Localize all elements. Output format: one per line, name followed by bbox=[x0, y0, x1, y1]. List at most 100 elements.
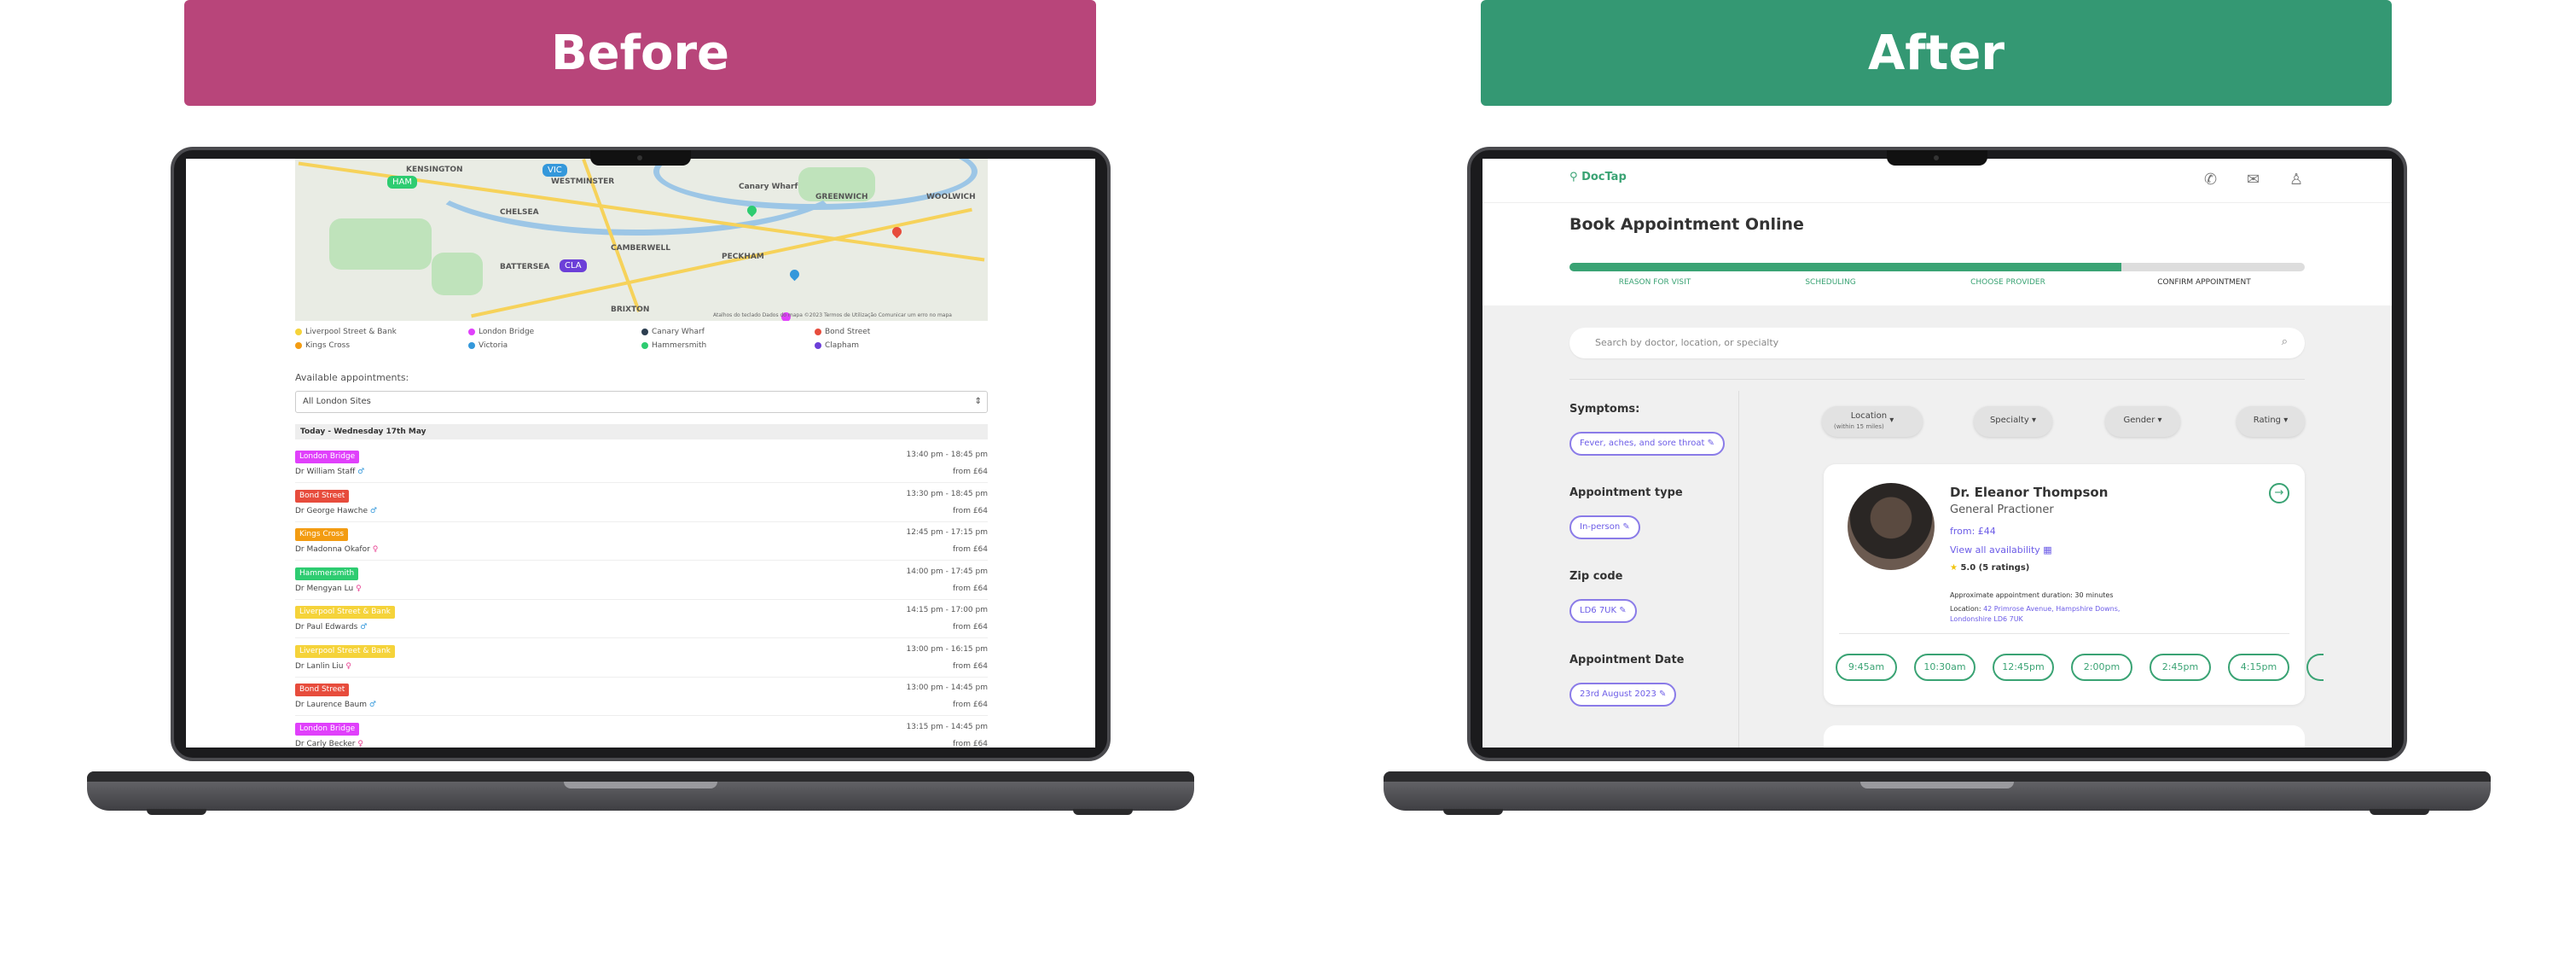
appointment-type-chip[interactable]: In-person ✎ bbox=[1569, 515, 1640, 539]
appointment-row[interactable]: London Bridge Dr William Staff ♂ 13:40 p… bbox=[295, 445, 988, 483]
price: from £64 bbox=[953, 623, 988, 631]
doctor-price: from: £44 bbox=[1950, 526, 1996, 537]
site-badge: Liverpool Street & Bank bbox=[295, 644, 395, 658]
legend-label: Canary Wharf bbox=[652, 328, 705, 336]
doctor-line: Dr Carly Becker ♀ bbox=[295, 740, 363, 748]
phone-icon[interactable]: ✆ bbox=[2204, 171, 2217, 189]
time-slot-button[interactable]: 2:45pm bbox=[2150, 654, 2211, 681]
logo-text: DocTap bbox=[1581, 171, 1627, 183]
symptoms-chip[interactable]: Fever, aches, and sore throat ✎ bbox=[1569, 432, 1726, 456]
doctor-specialty: General Practioner bbox=[1950, 503, 2054, 516]
filter-label: Location bbox=[1850, 411, 1888, 421]
site-badge: London Bridge bbox=[295, 722, 360, 736]
before-banner: Before bbox=[184, 0, 1096, 106]
appointment-row[interactable]: Bond Street Dr Laurence Baum ♂ 13:00 pm … bbox=[295, 678, 988, 716]
map-label: WESTMINSTER bbox=[551, 177, 615, 186]
map-legend: Liverpool Street & Bank London Bridge Ca… bbox=[295, 328, 988, 350]
time-slot-button[interactable]: 2:00pm bbox=[2071, 654, 2132, 681]
after-laptop-base bbox=[1384, 771, 2491, 811]
card-divider bbox=[1839, 633, 2289, 634]
map-label: WOOLWICH bbox=[926, 193, 976, 201]
map-label: CAMBERWELL bbox=[611, 244, 671, 253]
filter-specialty[interactable]: Specialty ▾ bbox=[1974, 406, 2052, 437]
user-icon[interactable]: ♙ bbox=[2289, 171, 2303, 189]
appointment-row[interactable]: Liverpool Street & Bank Dr Paul Edwards … bbox=[295, 601, 988, 638]
mail-icon[interactable]: ✉ bbox=[2247, 171, 2260, 189]
legend-label: Victoria bbox=[479, 341, 508, 350]
search-icon[interactable]: ⌕ bbox=[2282, 335, 2288, 348]
progress-fill bbox=[1569, 263, 2121, 271]
doctor-line: Dr Lanlin Liu ♀ bbox=[295, 662, 351, 671]
map-marker-vic[interactable]: VIC bbox=[542, 164, 567, 177]
filter-label: Rating bbox=[2253, 416, 2282, 425]
filter-rating[interactable]: Rating ▾ bbox=[2237, 406, 2305, 437]
doctor-name: Dr Lanlin Liu bbox=[295, 661, 344, 671]
time-slot-button[interactable]: 4:15pm bbox=[2228, 654, 2289, 681]
time-slot-button[interactable]: 10:30am bbox=[1914, 654, 1976, 681]
search-input[interactable]: Search by doctor, location, or specialty… bbox=[1569, 328, 2305, 358]
edit-icon[interactable]: ✎ bbox=[1708, 439, 1714, 448]
date-chip[interactable]: 23rd August 2023 ✎ bbox=[1569, 683, 1677, 707]
before-laptop-base bbox=[87, 771, 1194, 811]
appointment-row[interactable]: Kings Cross Dr Madonna Okafor ♀ 12:45 pm… bbox=[295, 523, 988, 561]
doctap-logo[interactable]: ⚲ DocTap bbox=[1569, 171, 1627, 183]
appointment-row[interactable]: Hammersmith Dr Mengyan Lu ♀ 14:00 pm - 1… bbox=[295, 562, 988, 600]
doctor-card[interactable]: Dr. Eleanor Thompson General Practioner … bbox=[1824, 464, 2324, 705]
price: from £64 bbox=[953, 545, 988, 554]
star-icon: ★ bbox=[1950, 563, 1958, 573]
gender-icon: ♀ bbox=[372, 545, 379, 554]
doctor-line: Dr Mengyan Lu ♀ bbox=[295, 585, 362, 593]
appointment-row[interactable]: Liverpool Street & Bank Dr Lanlin Liu ♀ … bbox=[295, 640, 988, 678]
appointment-row[interactable]: Bond Street Dr George Hawche ♂ 13:30 pm … bbox=[295, 485, 988, 522]
gender-icon: ♂ bbox=[360, 623, 368, 631]
search-placeholder: Search by doctor, location, or specialty bbox=[1595, 337, 1779, 348]
doctor-name: Dr Carly Becker bbox=[295, 739, 356, 748]
site-badge: London Bridge bbox=[295, 451, 360, 463]
legend-label: London Bridge bbox=[479, 328, 535, 336]
price: from £64 bbox=[953, 584, 988, 593]
edit-icon[interactable]: ✎ bbox=[1659, 689, 1666, 699]
edit-icon[interactable]: ✎ bbox=[1622, 522, 1629, 532]
site-select[interactable]: All London Sites bbox=[295, 391, 988, 413]
map-label: BRIXTON bbox=[611, 305, 650, 314]
time-range: 13:00 pm - 14:45 pm bbox=[906, 684, 988, 692]
camera-notch bbox=[590, 150, 691, 166]
next-doctor-card[interactable] bbox=[1824, 725, 2305, 748]
legend-item: Victoria bbox=[468, 341, 641, 350]
gender-icon: ♂ bbox=[368, 701, 376, 709]
filter-label: Gender bbox=[2123, 416, 2155, 425]
before-screen: KENSINGTON WESTMINSTER CHELSEA BATTERSEA… bbox=[186, 159, 1095, 748]
arrow-right-icon[interactable]: → bbox=[2269, 483, 2289, 503]
time-slot-button[interactable]: 12:45pm bbox=[1993, 654, 2054, 681]
site-badge: Bond Street bbox=[295, 489, 350, 503]
filter-location[interactable]: Location (within 15 miles) ▾ bbox=[1822, 406, 1923, 437]
duration-value: 30 minutes bbox=[2074, 591, 2114, 599]
zip-chip[interactable]: LD6 7UK ✎ bbox=[1569, 599, 1637, 623]
legend-item: Canary Wharf bbox=[641, 328, 815, 336]
map-label: KENSINGTON bbox=[406, 166, 463, 174]
time-range: 14:00 pm - 17:45 pm bbox=[906, 567, 988, 576]
map-marker-cla[interactable]: CLA bbox=[560, 259, 587, 272]
view-availability-label: View all availability bbox=[1950, 544, 2040, 556]
edit-icon[interactable]: ✎ bbox=[1619, 606, 1626, 615]
doctor-avatar bbox=[1848, 483, 1935, 570]
time-slot-button[interactable]: 9:45am bbox=[1836, 654, 1897, 681]
appointment-row[interactable]: London Bridge Dr Carly Becker ♀ 13:15 pm… bbox=[295, 718, 988, 748]
map-pin-icon[interactable] bbox=[787, 267, 802, 282]
doctor-info: Approximate appointment duration: 30 min… bbox=[1950, 591, 2146, 625]
after-banner-label: After bbox=[1867, 25, 2005, 81]
map-marker-ham[interactable]: HAM bbox=[387, 176, 417, 189]
doctor-name: Dr Laurence Baum bbox=[295, 701, 367, 709]
legend-dot-icon bbox=[815, 341, 821, 349]
legend-item: London Bridge bbox=[468, 328, 641, 336]
legend-label: Kings Cross bbox=[305, 341, 351, 350]
time-range: 13:15 pm - 14:45 pm bbox=[906, 722, 988, 731]
appointment-type-label: Appointment type bbox=[1569, 486, 1683, 499]
zip-label: Zip code bbox=[1569, 570, 1623, 583]
view-availability-link[interactable]: View all availability ▦ bbox=[1950, 544, 2052, 556]
gender-icon: ♀ bbox=[357, 739, 363, 748]
filter-gender[interactable]: Gender ▾ bbox=[2105, 406, 2180, 437]
legend-label: Bond Street bbox=[825, 328, 871, 336]
filter-label: Specialty bbox=[1989, 416, 2029, 425]
map[interactable]: KENSINGTON WESTMINSTER CHELSEA BATTERSEA… bbox=[295, 159, 988, 321]
